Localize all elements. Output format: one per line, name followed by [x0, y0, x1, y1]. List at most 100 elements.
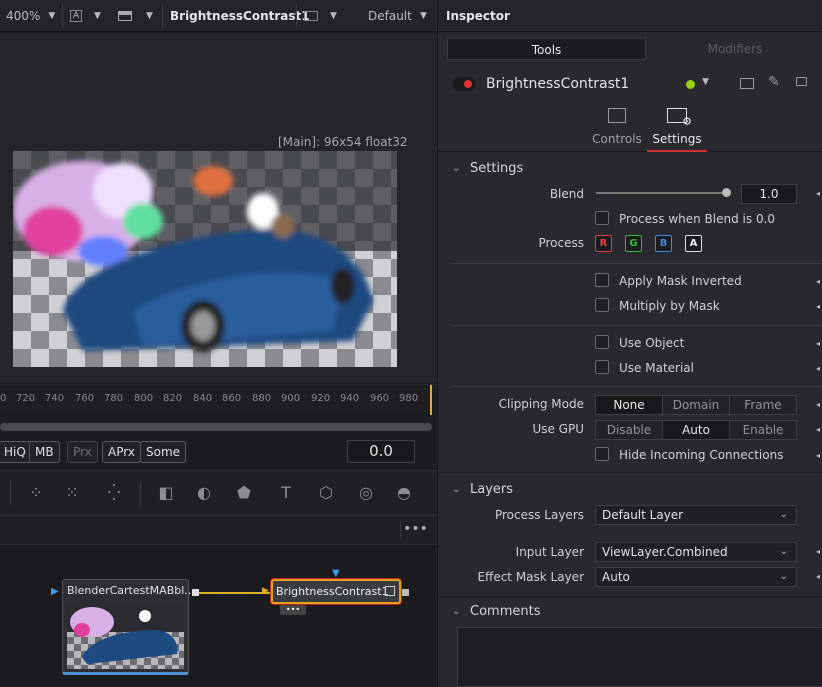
particle-emitter-icon[interactable]: ⁘: [24, 483, 48, 505]
subtab-settings[interactable]: ⚙ Settings: [647, 104, 707, 152]
keyframe-icon[interactable]: ◂: [816, 190, 822, 198]
mb-toggle[interactable]: MB: [29, 441, 60, 463]
lock-icon[interactable]: [796, 77, 807, 86]
hide-incoming-checkbox[interactable]: [595, 447, 609, 461]
keyframe-icon[interactable]: ◂: [816, 303, 822, 311]
effect-output-port[interactable]: [402, 589, 409, 596]
brightness-contrast-node[interactable]: BrightnessContrast1: [271, 579, 401, 604]
settings-section-header[interactable]: ⌄ Settings: [438, 155, 822, 181]
node-editor[interactable]: ▶ BlenderCartestMABbl... ▶ ▼ BrightnessC…: [0, 546, 436, 687]
chevron-down-icon: ▼: [94, 11, 101, 21]
effect-mask-layer-dropdown[interactable]: Auto ⌄: [595, 567, 797, 587]
gpu-enable-option[interactable]: Enable: [730, 421, 796, 439]
rendered-image: [13, 151, 397, 367]
channel-a-toggle[interactable]: A: [685, 235, 702, 252]
roi-options-button[interactable]: ▼: [146, 0, 153, 32]
a-buffer-button[interactable]: A: [70, 0, 83, 32]
clipping-frame-option[interactable]: Frame: [730, 396, 796, 414]
source-node[interactable]: BlenderCartestMABbl...: [62, 579, 195, 675]
subtab-settings-label: Settings: [652, 132, 702, 146]
keyframe-icon[interactable]: ◂: [816, 365, 822, 373]
ruler-tick: 860: [222, 393, 242, 404]
gpu-disable-option[interactable]: Disable: [596, 421, 663, 439]
keyframe-icon[interactable]: ◂: [816, 340, 822, 348]
controls-icon: [608, 108, 626, 123]
effect-mask-layer-label: Effect Mask Layer: [477, 570, 584, 584]
tab-tools[interactable]: Tools: [447, 38, 646, 60]
comments-section-header[interactable]: ⌄ Comments: [438, 598, 822, 624]
view-indicator[interactable]: •••: [280, 605, 306, 615]
ruler-tick: 880: [252, 393, 272, 404]
version-icon[interactable]: [740, 78, 754, 89]
source-output-port[interactable]: [192, 589, 199, 596]
particle-merge-icon[interactable]: ⁛: [102, 483, 126, 505]
timeline-ruler[interactable]: 0 720 740 760 780 800 820 840 860 880 90…: [0, 384, 436, 415]
channel-b-toggle[interactable]: B: [655, 235, 672, 252]
input-layer-dropdown[interactable]: ViewLayer.Combined ⌄: [595, 542, 797, 562]
camera-3d-icon[interactable]: ◓: [392, 483, 416, 505]
roi-button[interactable]: [118, 0, 132, 32]
multiply-by-mask-checkbox[interactable]: [595, 298, 609, 312]
keyframe-icon[interactable]: ◂: [816, 573, 822, 581]
zoom-dropdown[interactable]: 400% ▼: [6, 0, 55, 32]
keyframe-icon[interactable]: ◂: [816, 401, 822, 409]
pin-icon[interactable]: ✎: [768, 74, 780, 90]
viewer-options-button[interactable]: ▼: [94, 0, 101, 32]
lut-icon: [304, 11, 318, 21]
chevron-down-icon: ▼: [146, 11, 153, 21]
blend-slider[interactable]: [596, 188, 731, 197]
particle-render-icon[interactable]: ⁙: [60, 483, 84, 505]
playhead[interactable]: [430, 385, 432, 415]
divider: [438, 596, 822, 597]
chevron-down-icon: ⌄: [779, 571, 788, 582]
process-layers-dropdown[interactable]: Default Layer ⌄: [595, 505, 797, 525]
layout-preset-dropdown[interactable]: ▼: [420, 0, 427, 32]
current-time-field[interactable]: 0.0: [347, 440, 415, 463]
blend-label: Blend: [549, 187, 584, 201]
spotlight-icon[interactable]: ◎: [354, 483, 378, 505]
image-plane-3d-icon[interactable]: ◧: [154, 483, 178, 505]
tab-modifiers[interactable]: Modifiers: [647, 38, 822, 60]
blend-slider-handle[interactable]: [722, 188, 731, 197]
blend-slider-fill: [596, 192, 726, 194]
process-when-blend-checkbox[interactable]: [595, 211, 609, 225]
text-3d-icon[interactable]: T: [274, 483, 298, 505]
gpu-auto-option[interactable]: Auto: [663, 421, 730, 439]
clipping-none-option[interactable]: None: [596, 396, 663, 414]
gpu-mode-selector[interactable]: Disable Auto Enable: [595, 420, 797, 440]
merge-3d-icon[interactable]: ⬡: [314, 483, 338, 505]
prx-toggle[interactable]: Prx: [67, 441, 98, 463]
blend-value-field[interactable]: 1.0: [741, 184, 797, 204]
clipping-domain-option[interactable]: Domain: [663, 396, 730, 414]
chevron-down-icon[interactable]: ▼: [702, 77, 709, 87]
some-toggle[interactable]: Some: [140, 441, 187, 463]
layout-preset[interactable]: Default: [368, 0, 412, 32]
use-material-checkbox[interactable]: [595, 360, 609, 374]
hiq-toggle[interactable]: HiQ: [0, 441, 32, 463]
comments-textarea[interactable]: [457, 627, 822, 687]
tool-enable-toggle[interactable]: [452, 77, 476, 91]
record-icon: [464, 80, 472, 88]
subtab-controls[interactable]: Controls: [585, 104, 649, 152]
keyframe-icon[interactable]: ◂: [816, 278, 822, 286]
keyframe-icon[interactable]: ◂: [816, 452, 822, 460]
more-options-icon[interactable]: •••: [400, 521, 430, 539]
timeline-scrollbar[interactable]: [0, 423, 432, 431]
lut-button[interactable]: [304, 0, 318, 32]
use-object-checkbox[interactable]: [595, 335, 609, 349]
shape-3d-icon[interactable]: ⬟: [232, 483, 256, 505]
layers-section-header[interactable]: ⌄ Layers: [438, 476, 822, 502]
channel-r-toggle[interactable]: R: [595, 235, 612, 252]
keyframe-icon[interactable]: ◂: [816, 548, 822, 556]
layers-section-title: Layers: [470, 481, 514, 497]
clipping-mode-selector[interactable]: None Domain Frame: [595, 395, 797, 415]
viewer-toolbar: 400% ▼ A ▼ ▼ BrightnessContrast1 ▼ Defau…: [0, 0, 436, 32]
keyframe-icon[interactable]: ◂: [816, 426, 822, 434]
aprx-toggle[interactable]: APrx: [102, 441, 141, 463]
renderer-3d-icon[interactable]: ◐: [192, 483, 216, 505]
node-view-icon[interactable]: [385, 586, 395, 596]
apply-mask-inverted-checkbox[interactable]: [595, 273, 609, 287]
tool-color-dot-icon[interactable]: [686, 80, 695, 89]
lut-options-button[interactable]: ▼: [330, 0, 337, 32]
channel-g-toggle[interactable]: G: [625, 235, 642, 252]
